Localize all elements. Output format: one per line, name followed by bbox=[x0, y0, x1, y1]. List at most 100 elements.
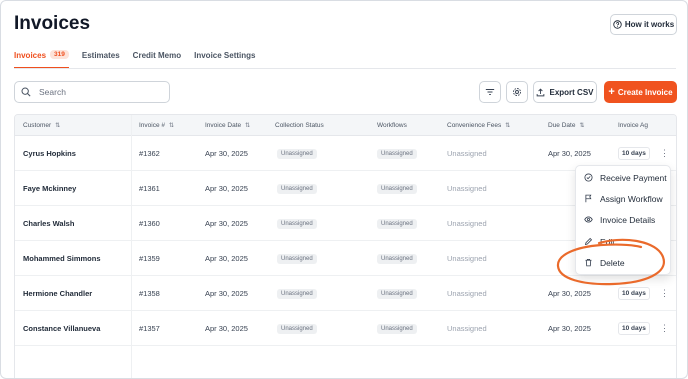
upload-icon bbox=[537, 87, 545, 96]
invoice-count-badge: 319 bbox=[50, 50, 69, 59]
convenience-fees: Unassigned bbox=[447, 289, 487, 298]
convenience-fees: Unassigned bbox=[447, 184, 487, 193]
invoice-number[interactable]: #1357 bbox=[139, 311, 160, 346]
collection-status-badge: Unassigned bbox=[277, 218, 317, 229]
column-label: Invoice Date bbox=[205, 122, 242, 129]
invoice-number[interactable]: #1361 bbox=[139, 171, 160, 206]
column-label: Customer bbox=[23, 122, 52, 129]
search-icon bbox=[21, 87, 31, 97]
tab-estimates[interactable]: Estimates bbox=[82, 51, 120, 69]
column-label: Due Date bbox=[548, 122, 576, 129]
workflow-badge: Unassigned bbox=[377, 253, 417, 264]
tab-invoices[interactable]: Invoices 319 bbox=[14, 50, 69, 69]
row-actions-icon[interactable]: ⋮ bbox=[660, 311, 669, 346]
customer-name: Constance Villanueva bbox=[23, 324, 101, 333]
column-invoice-age[interactable]: Invoice Ag bbox=[618, 115, 648, 136]
gear-icon bbox=[513, 88, 521, 96]
column-label: Invoice # bbox=[139, 122, 166, 129]
collection-status-badge: Unassigned bbox=[277, 288, 317, 299]
sort-icon: ⇅ bbox=[505, 122, 511, 129]
invoice-number[interactable]: #1362 bbox=[139, 136, 160, 171]
due-date: Apr 30, 2025 bbox=[548, 324, 591, 333]
search-box[interactable] bbox=[14, 81, 170, 103]
tab-invoices-label: Invoices bbox=[14, 51, 47, 60]
menu-item-label: Receive Payment bbox=[600, 172, 667, 183]
invoice-age-badge: 10 days bbox=[618, 147, 650, 160]
column-collection-status: Collection Status bbox=[275, 115, 324, 136]
help-circle-icon bbox=[613, 20, 622, 29]
page-title: Invoices bbox=[14, 13, 91, 34]
tab-credit-memo[interactable]: Credit Memo bbox=[133, 51, 181, 69]
invoice-date: Apr 30, 2025 bbox=[205, 289, 248, 298]
collection-status-badge: Unassigned bbox=[277, 148, 317, 159]
sort-icon: ⇅ bbox=[55, 122, 61, 129]
invoice-date: Apr 30, 2025 bbox=[205, 149, 248, 158]
invoice-date: Apr 30, 2025 bbox=[205, 184, 248, 193]
customer-name: Hermione Chandler bbox=[23, 289, 93, 298]
export-csv-label: Export CSV bbox=[549, 87, 594, 97]
workflow-badge: Unassigned bbox=[377, 183, 417, 194]
tab-bar: Invoices 319 Estimates Credit Memo Invoi… bbox=[14, 50, 268, 69]
invoice-number[interactable]: #1359 bbox=[139, 241, 160, 276]
app-window: Invoices How it works Invoices 319 Estim… bbox=[0, 0, 688, 379]
tab-divider bbox=[14, 68, 676, 69]
collection-status-badge: Unassigned bbox=[277, 323, 317, 334]
sort-icon: ⇅ bbox=[579, 122, 585, 129]
plus-icon: + bbox=[608, 85, 615, 98]
column-convenience-fees[interactable]: Convenience Fees ⇅ bbox=[447, 115, 510, 136]
invoice-age-badge: 10 days bbox=[618, 322, 650, 335]
eye-icon bbox=[584, 216, 593, 223]
table-row[interactable]: Constance Villanueva #1357 Apr 30, 2025 … bbox=[15, 311, 676, 346]
column-label: Invoice Ag bbox=[618, 122, 648, 129]
column-invoice-number[interactable]: Invoice # ⇅ bbox=[139, 115, 174, 136]
collection-status-badge: Unassigned bbox=[277, 253, 317, 264]
filter-icon bbox=[485, 89, 495, 95]
table-header: Customer ⇅ Invoice # ⇅ Invoice Date ⇅ Colle… bbox=[15, 115, 676, 136]
column-customer[interactable]: Customer ⇅ bbox=[23, 115, 60, 136]
workflow-badge: Unassigned bbox=[377, 288, 417, 299]
how-it-works-button[interactable]: How it works bbox=[610, 14, 677, 35]
convenience-fees: Unassigned bbox=[447, 149, 487, 158]
tab-invoice-settings[interactable]: Invoice Settings bbox=[194, 51, 255, 69]
search-input[interactable] bbox=[39, 87, 159, 97]
highlight-annotation bbox=[556, 238, 666, 286]
collection-status-badge: Unassigned bbox=[277, 183, 317, 194]
convenience-fees: Unassigned bbox=[447, 219, 487, 228]
table-row-partial[interactable] bbox=[15, 346, 676, 378]
check-circle-icon bbox=[584, 173, 593, 182]
column-invoice-date[interactable]: Invoice Date ⇅ bbox=[205, 115, 250, 136]
column-label: Collection Status bbox=[275, 122, 324, 129]
workflow-badge: Unassigned bbox=[377, 323, 417, 334]
convenience-fees: Unassigned bbox=[447, 254, 487, 263]
flag-icon bbox=[585, 194, 592, 203]
how-it-works-label: How it works bbox=[624, 20, 675, 29]
column-label: Convenience Fees bbox=[447, 122, 502, 129]
workflow-badge: Unassigned bbox=[377, 148, 417, 159]
invoice-date: Apr 30, 2025 bbox=[205, 324, 248, 333]
table-settings-button[interactable] bbox=[506, 81, 528, 103]
menu-item-invoice-details[interactable]: Invoice Details bbox=[576, 209, 672, 230]
invoice-date: Apr 30, 2025 bbox=[205, 219, 248, 228]
menu-item-assign-workflow[interactable]: Assign Workflow bbox=[576, 188, 672, 209]
customer-name: Mohammed Simmons bbox=[23, 254, 101, 263]
create-invoice-label: Create Invoice bbox=[617, 87, 673, 97]
customer-name: Cyrus Hopkins bbox=[23, 149, 76, 158]
create-invoice-button[interactable]: + Create Invoice bbox=[604, 81, 677, 103]
customer-name: Faye Mckinney bbox=[23, 184, 77, 193]
convenience-fees: Unassigned bbox=[447, 324, 487, 333]
column-workflows: Workflows bbox=[377, 115, 407, 136]
export-csv-button[interactable]: Export CSV bbox=[533, 81, 597, 103]
workflow-badge: Unassigned bbox=[377, 218, 417, 229]
invoice-number[interactable]: #1360 bbox=[139, 206, 160, 241]
customer-name: Charles Walsh bbox=[23, 219, 75, 228]
filter-button[interactable] bbox=[479, 81, 501, 103]
column-label: Workflows bbox=[377, 122, 407, 129]
menu-item-label: Invoice Details bbox=[600, 214, 656, 225]
sort-icon: ⇅ bbox=[169, 122, 175, 129]
sort-icon: ⇅ bbox=[245, 122, 251, 129]
menu-item-receive-payment[interactable]: Receive Payment bbox=[576, 167, 672, 188]
menu-item-label: Assign Workflow bbox=[600, 193, 663, 204]
column-due-date[interactable]: Due Date ⇅ bbox=[548, 115, 585, 136]
invoice-date: Apr 30, 2025 bbox=[205, 254, 248, 263]
invoice-number[interactable]: #1358 bbox=[139, 276, 160, 311]
